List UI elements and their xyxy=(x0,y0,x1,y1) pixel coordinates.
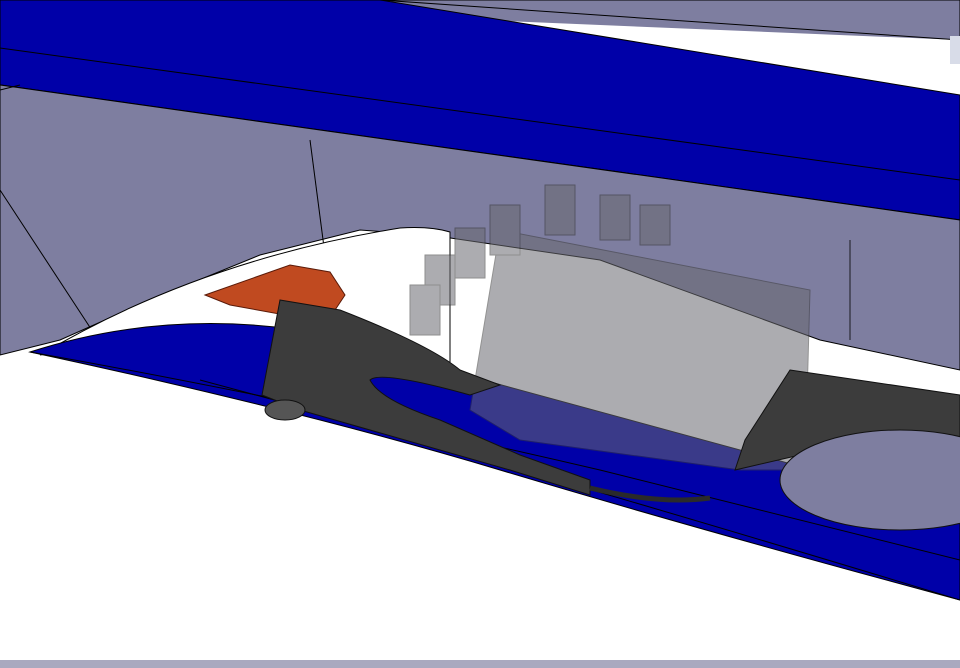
ghost-tooth xyxy=(544,184,576,236)
cad-viewport[interactable] xyxy=(0,0,960,668)
ghost-tooth xyxy=(489,204,521,256)
status-strip xyxy=(0,660,960,668)
ghost-tooth xyxy=(409,284,441,336)
cad-3d-scene[interactable] xyxy=(0,0,960,668)
view-axis-marker xyxy=(950,36,960,64)
ghost-tooth xyxy=(639,204,671,246)
ghost-tooth xyxy=(454,227,486,279)
clip-screw-head xyxy=(264,399,306,421)
ghost-tooth xyxy=(599,194,631,241)
